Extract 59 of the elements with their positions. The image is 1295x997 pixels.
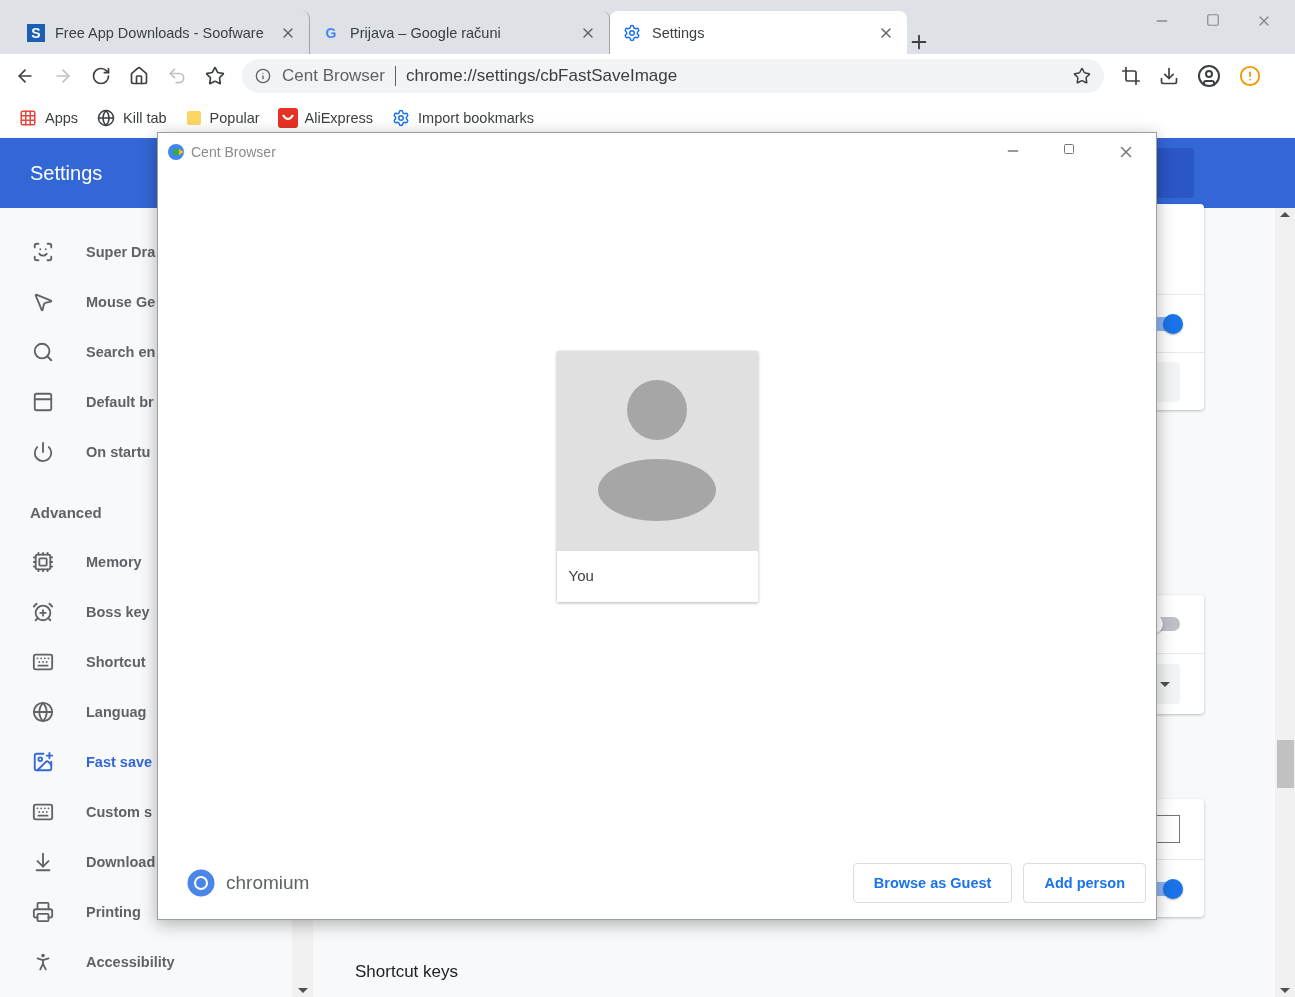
bookmark[interactable]: Apps [18, 108, 79, 128]
avatar-silhouette-icon [597, 380, 717, 522]
power-icon [31, 440, 55, 464]
search-icon [31, 340, 55, 364]
chip-icon [31, 550, 55, 574]
settings-icon [622, 22, 642, 43]
image-icon [31, 750, 55, 774]
browser-tab[interactable]: S Free App Downloads - Soofware [15, 11, 310, 54]
site-logo: S [27, 23, 45, 42]
sidebar-item[interactable]: On startu [0, 427, 292, 477]
sidebar-item[interactable]: Custom s [0, 787, 292, 837]
dialog-button[interactable]: Add person [1023, 863, 1146, 903]
address-bar[interactable]: Cent Browser chrome://settings/cbFastSaveImage [242, 59, 1104, 93]
globe-icon [96, 108, 117, 128]
section-heading: Advanced [29, 502, 103, 523]
alarm-clock-icon [31, 600, 55, 624]
dialog-title: Cent Browser [191, 144, 276, 160]
sidebar-item[interactable]: Accessibility [0, 937, 292, 987]
account-icon[interactable] [1196, 63, 1222, 89]
profile-card[interactable]: You [556, 351, 758, 602]
bag-icon [277, 108, 298, 128]
globe-icon [31, 700, 55, 724]
info-icon [254, 67, 272, 85]
sidebar-item[interactable]: Super Dra [0, 227, 292, 277]
brand-name: chromium [226, 872, 310, 894]
dialog-button[interactable]: Browse as Guest [852, 863, 1013, 903]
maximize-icon[interactable] [1062, 142, 1076, 156]
sidebar-item[interactable]: Languag [0, 687, 292, 737]
bookmark[interactable]: Import bookmarks [391, 108, 535, 128]
sidebar-item[interactable]: Boss key [0, 587, 292, 637]
apps-grid-icon [18, 108, 38, 128]
url-text: chrome://settings/cbFastSaveImage [406, 66, 679, 86]
section-heading: Shortcut keys [355, 962, 459, 982]
bookmark[interactable]: Popular [184, 109, 260, 127]
home-icon[interactable] [128, 65, 150, 87]
scrollbar[interactable] [1275, 208, 1295, 997]
chromium-logo-icon [187, 869, 215, 897]
sidebar-item[interactable]: Shortcut [0, 637, 292, 687]
browser-logo-icon [167, 143, 185, 161]
printer-icon [31, 900, 55, 924]
sidebar-item[interactable]: Mouse Ge [0, 277, 292, 327]
sidebar-item[interactable]: Search en [0, 327, 292, 377]
star-icon[interactable] [1072, 66, 1092, 86]
star-icon[interactable] [204, 65, 226, 87]
crop-icon[interactable] [1120, 65, 1142, 87]
profile-name: You [567, 566, 595, 586]
sidebar-item[interactable]: Fast save [0, 737, 292, 787]
reload-icon[interactable] [90, 65, 112, 87]
sidebar-item[interactable]: Default br [0, 377, 292, 427]
download-icon[interactable] [1158, 65, 1180, 87]
page-title: Settings [30, 161, 103, 185]
folder-icon [184, 109, 203, 127]
browser-tab[interactable]: Settings [610, 11, 907, 54]
site-label: Cent Browser [282, 66, 385, 86]
sidebar-item[interactable]: Memory [0, 537, 292, 587]
site-logo: G [324, 23, 338, 42]
browser-window-icon [31, 390, 55, 414]
bookmark[interactable]: Kill tab [96, 108, 167, 128]
bookmark[interactable]: AliExpress [277, 108, 374, 128]
